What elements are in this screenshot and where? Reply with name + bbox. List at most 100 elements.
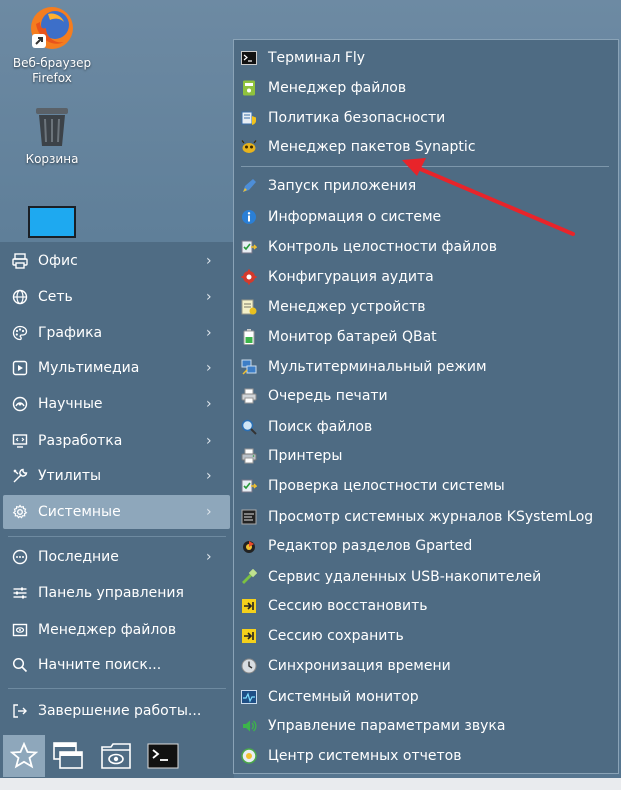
submenu-item-session-restore[interactable]: Сессию восстановить bbox=[241, 592, 611, 620]
menu-item-label: Последние bbox=[38, 549, 119, 565]
submenu-item-label: Проверка целостности системы bbox=[268, 478, 505, 494]
log-icon bbox=[241, 509, 257, 525]
submenu-item-label: Информация о системе bbox=[268, 209, 442, 225]
submenu-item-label: Политика безопасности bbox=[268, 110, 446, 126]
science-icon bbox=[11, 395, 29, 413]
system-monitor-icon bbox=[241, 689, 257, 705]
menu-item-label: Панель управления bbox=[38, 585, 184, 601]
desktop-icon-trash[interactable]: Корзина bbox=[7, 104, 97, 167]
terminal-icon bbox=[241, 50, 257, 66]
launch-icon bbox=[241, 178, 257, 194]
submenu-item-qbat[interactable]: Монитор батарей QBat bbox=[241, 323, 611, 351]
submenu-item-label: Менеджер устройств bbox=[268, 299, 426, 315]
terminal-icon bbox=[147, 743, 179, 769]
submenu-item-system-check[interactable]: Проверка целостности системы bbox=[241, 472, 611, 500]
menu-item-development[interactable]: Разработка › bbox=[3, 424, 230, 458]
menu-item-label: Завершение работы... bbox=[38, 703, 202, 719]
audit-icon bbox=[241, 269, 257, 285]
submenu-item-label: Центр системных отчетов bbox=[268, 748, 462, 764]
start-icon bbox=[10, 742, 38, 769]
menu-item-recent[interactable]: Последние › bbox=[3, 540, 230, 574]
submenu-item-reports-center[interactable]: Центр системных отчетов bbox=[241, 742, 611, 770]
menu-separator bbox=[8, 688, 226, 689]
submenu-item-security-policy[interactable]: Политика безопасности bbox=[241, 104, 611, 132]
menu-item-file-manager[interactable]: Менеджер файлов bbox=[3, 613, 230, 647]
menu-item-shutdown[interactable]: Завершение работы... bbox=[3, 694, 230, 728]
desktop-icon-firefox[interactable]: Веб-браузер Firefox bbox=[7, 4, 97, 86]
submenu-item-label: Редактор разделов Gparted bbox=[268, 538, 473, 554]
menu-item-label: Сеть bbox=[38, 289, 73, 305]
submenu-item-session-save[interactable]: Сессию сохранить bbox=[241, 622, 611, 650]
submenu-item-device-manager[interactable]: Менеджер устройств bbox=[241, 293, 611, 321]
submenu-item-ksystemlog[interactable]: Просмотр системных журналов KSystemLog bbox=[241, 503, 611, 531]
menu-item-utilities[interactable]: Утилиты › bbox=[3, 459, 230, 493]
palette-icon bbox=[11, 324, 29, 342]
code-icon bbox=[11, 432, 29, 450]
recent-icon bbox=[11, 548, 29, 566]
menu-item-network[interactable]: Сеть › bbox=[3, 280, 230, 314]
submenu-item-label: Терминал Fly bbox=[268, 50, 366, 66]
gear-icon bbox=[11, 503, 29, 521]
submenu-item-synaptic[interactable]: Менеджер пакетов Synaptic bbox=[241, 133, 611, 161]
submenu-item-launch[interactable]: Запуск приложения bbox=[241, 172, 611, 200]
submenu-item-usb-service[interactable]: Сервис удаленных USB-накопителей bbox=[241, 563, 611, 591]
chevron-right-icon: › bbox=[206, 433, 212, 449]
menu-item-label: Графика bbox=[38, 325, 103, 341]
submenu-item-search-files[interactable]: Поиск файлов bbox=[241, 413, 611, 441]
menu-item-system[interactable]: Системные › bbox=[3, 495, 230, 529]
chevron-right-icon: › bbox=[206, 360, 212, 376]
submenu-item-label: Синхронизация времени bbox=[268, 658, 451, 674]
submenu-item-label: Менеджер пакетов Synaptic bbox=[268, 139, 476, 155]
submenu-item-audit-config[interactable]: Конфигурация аудита bbox=[241, 263, 611, 291]
menu-item-label: Научные bbox=[38, 396, 103, 412]
reports-icon bbox=[241, 748, 257, 764]
start-button[interactable] bbox=[3, 735, 45, 777]
printer-icon bbox=[241, 448, 257, 464]
integrity-icon bbox=[241, 239, 257, 255]
submenu-item-label: Очередь печати bbox=[268, 388, 388, 404]
gparted-icon bbox=[241, 538, 257, 554]
submenu-item-label: Мультитерминальный режим bbox=[268, 359, 487, 375]
submenu-item-label: Просмотр системных журналов KSystemLog bbox=[268, 509, 594, 525]
screen-bottom-edge bbox=[0, 778, 621, 790]
file-manager-icon bbox=[101, 743, 131, 769]
submenu-item-label: Системный монитор bbox=[268, 689, 419, 705]
menu-item-search[interactable]: Начните поиск... bbox=[3, 648, 230, 682]
menu-item-office[interactable]: Офис › bbox=[3, 244, 230, 278]
submenu-item-system-info[interactable]: Информация о системе bbox=[241, 203, 611, 231]
menu-item-label: Офис bbox=[38, 253, 78, 269]
windows-icon bbox=[53, 742, 83, 769]
desktop-icon-label: Корзина bbox=[25, 152, 79, 166]
multiterminal-icon bbox=[241, 359, 257, 375]
submenu-item-system-monitor[interactable]: Системный монитор bbox=[241, 683, 611, 711]
submenu-item-time-sync[interactable]: Синхронизация времени bbox=[241, 652, 611, 680]
menu-item-control-panel[interactable]: Панель управления bbox=[3, 576, 230, 610]
submenu-item-file-manager[interactable]: Менеджер файлов bbox=[241, 74, 611, 102]
menu-item-multimedia[interactable]: Мультимедиа › bbox=[3, 351, 230, 385]
chevron-right-icon: › bbox=[206, 396, 212, 412]
submenu-item-label: Сессию сохранить bbox=[268, 628, 404, 644]
taskbar-terminal-button[interactable] bbox=[147, 740, 179, 772]
sound-icon bbox=[241, 718, 257, 734]
session-save-icon bbox=[241, 628, 257, 644]
submenu-item-print-queue[interactable]: Очередь печати bbox=[241, 382, 611, 410]
menu-item-graphics[interactable]: Графика › bbox=[3, 316, 230, 350]
submenu-item-file-integrity[interactable]: Контроль целостности файлов bbox=[241, 233, 611, 261]
desktop-icon-monitor[interactable] bbox=[7, 205, 97, 243]
menu-item-science[interactable]: Научные › bbox=[3, 387, 230, 421]
tools-icon bbox=[11, 467, 29, 485]
globe-icon bbox=[11, 288, 29, 306]
monitor-icon bbox=[28, 206, 76, 238]
menu-separator bbox=[8, 536, 226, 537]
submenu-item-gparted[interactable]: Редактор разделов Gparted bbox=[241, 532, 611, 560]
taskbar-windows-button[interactable] bbox=[52, 740, 84, 772]
submenu-item-multiterminal[interactable]: Мультитерминальный режим bbox=[241, 353, 611, 381]
menu-item-label: Разработка bbox=[38, 433, 123, 449]
submenu-item-sound-settings[interactable]: Управление параметрами звука bbox=[241, 712, 611, 740]
submenu-item-terminal-fly[interactable]: Терминал Fly bbox=[241, 44, 611, 72]
submenu-item-printers[interactable]: Принтеры bbox=[241, 442, 611, 470]
desktop-icon-label: Веб-браузер Firefox bbox=[12, 56, 92, 85]
search-icon bbox=[11, 656, 29, 674]
taskbar-file-manager-button[interactable] bbox=[100, 740, 132, 772]
chevron-right-icon: › bbox=[206, 504, 212, 520]
